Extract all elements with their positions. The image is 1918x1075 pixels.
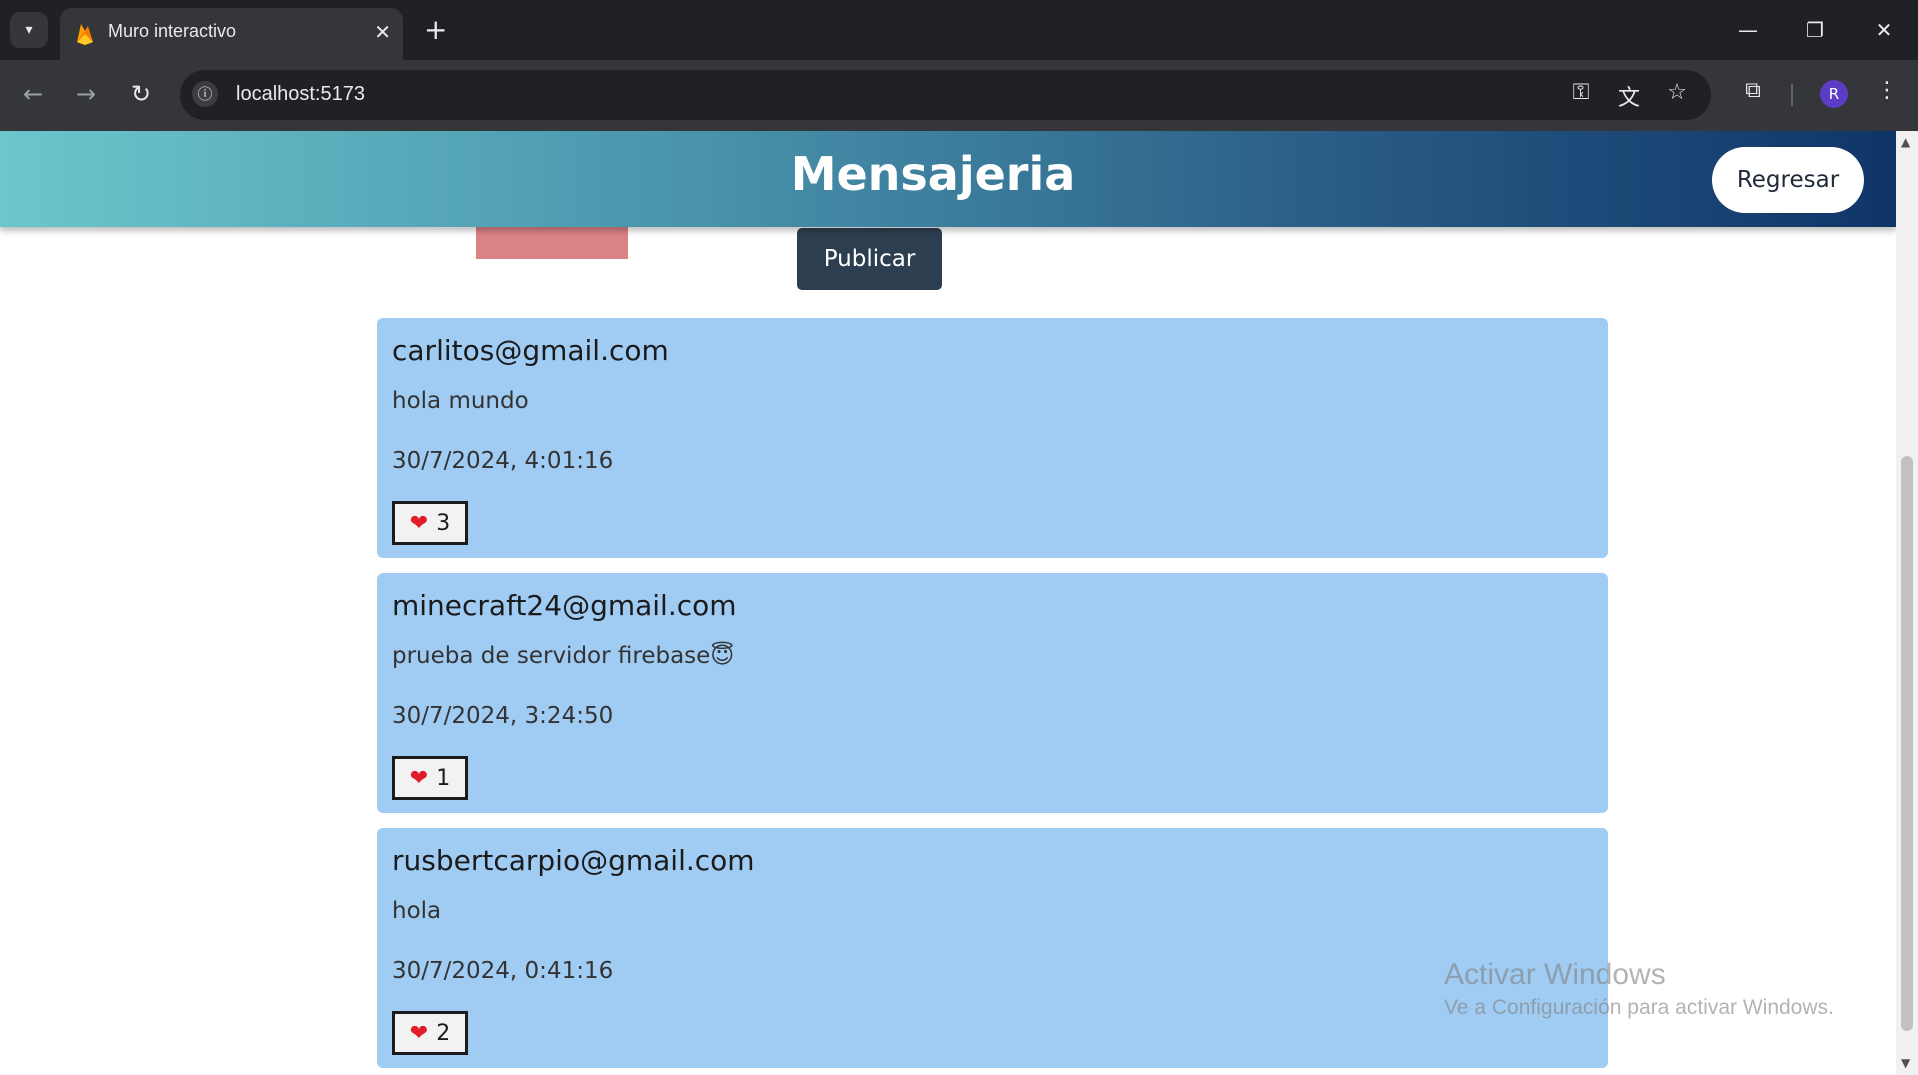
page-title: Mensajeria (790, 147, 1076, 201)
scroll-down-icon[interactable]: ▼ (1901, 1056, 1910, 1070)
key-icon[interactable]: ⚿ (1566, 80, 1596, 105)
post-date: 30/7/2024, 0:41:16 (392, 958, 614, 984)
post-author: minecraft24@gmail.com (392, 589, 737, 622)
page-viewport: Mensajeria Regresar Publicar carlitos@gm… (0, 131, 1896, 1075)
translate-icon[interactable]: 文 (1614, 80, 1644, 112)
post-card: carlitos@gmail.com hola mundo 30/7/2024,… (377, 318, 1608, 558)
post-card: minecraft24@gmail.com prueba de servidor… (377, 573, 1608, 813)
like-button[interactable]: ❤ 2 (392, 1011, 468, 1055)
close-icon[interactable]: ✕ (374, 20, 391, 44)
close-window-icon[interactable]: ✕ (1864, 12, 1904, 48)
forward-icon[interactable]: → (66, 74, 106, 114)
heart-icon: ❤ (409, 765, 429, 791)
back-icon[interactable]: ← (13, 74, 53, 114)
windows-activation-watermark: Activar Windows Ve a Configuración para … (1444, 958, 1834, 1020)
site-info-icon[interactable]: ⓘ (192, 81, 218, 107)
post-text: prueba de servidor firebase😇 (392, 643, 735, 669)
menu-icon[interactable]: ⋮ (1870, 78, 1904, 103)
heart-icon: ❤ (409, 1020, 429, 1046)
plus-icon[interactable]: + (424, 12, 447, 48)
like-button[interactable]: ❤ 1 (392, 756, 468, 800)
app-header: Mensajeria Regresar (0, 131, 1896, 227)
browser-tab[interactable]: Muro interactivo ✕ (60, 8, 403, 60)
like-count: 1 (436, 765, 451, 791)
post-text: hola mundo (392, 388, 529, 414)
scroll-thumb[interactable] (1901, 456, 1913, 1031)
tab-title: Muro interactivo (108, 21, 237, 41)
scroll-up-icon[interactable]: ▲ (1901, 135, 1910, 149)
chevron-down-icon[interactable]: ▾ (10, 12, 48, 48)
like-count: 3 (436, 510, 451, 536)
post-date: 30/7/2024, 3:24:50 (392, 703, 614, 729)
avatar[interactable]: R (1820, 80, 1848, 108)
like-button[interactable]: ❤ 3 (392, 501, 468, 545)
post-date: 30/7/2024, 4:01:16 (392, 448, 614, 474)
reload-icon[interactable]: ↻ (121, 74, 161, 114)
back-button[interactable]: Regresar (1712, 147, 1864, 213)
extensions-icon[interactable]: ⧉ (1736, 78, 1770, 103)
post-text: hola (392, 898, 442, 924)
publish-button[interactable]: Publicar (797, 228, 942, 290)
minimize-icon[interactable]: — (1728, 12, 1768, 48)
restore-icon[interactable]: ❐ (1795, 12, 1835, 48)
watermark-subtitle: Ve a Configuración para activar Windows. (1444, 996, 1834, 1019)
firebase-icon (77, 24, 93, 45)
url-text[interactable]: localhost:5173 (236, 83, 365, 106)
address-bar[interactable]: ⓘ localhost:5173 ⚿ 文 ☆ (180, 70, 1711, 120)
heart-icon: ❤ (409, 510, 429, 536)
toolbar-separator (1791, 84, 1793, 106)
post-author: rusbertcarpio@gmail.com (392, 844, 755, 877)
post-author: carlitos@gmail.com (392, 334, 669, 367)
browser-toolbar: ← → ↻ ⓘ localhost:5173 ⚿ 文 ☆ ⧉ R ⋮ (0, 60, 1918, 131)
post-card: rusbertcarpio@gmail.com hola 30/7/2024, … (377, 828, 1608, 1068)
watermark-title: Activar Windows (1444, 958, 1666, 991)
star-icon[interactable]: ☆ (1662, 80, 1692, 105)
tab-bar: ▾ Muro interactivo ✕ + — ❐ ✕ (0, 0, 1918, 60)
page-scrollbar[interactable]: ▲ ▼ (1896, 131, 1918, 1075)
like-count: 2 (436, 1020, 451, 1046)
